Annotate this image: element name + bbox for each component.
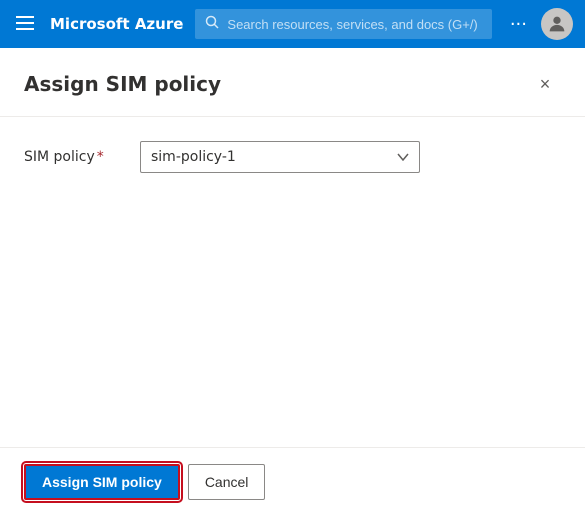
sim-policy-control: sim-policy-1 xyxy=(140,141,561,173)
sim-policy-label: SIM policy * xyxy=(24,149,124,165)
required-indicator: * xyxy=(97,149,104,165)
nav-right-actions: ··· xyxy=(504,8,573,40)
more-options-button[interactable]: ··· xyxy=(504,10,533,39)
search-icon xyxy=(205,15,219,33)
user-avatar[interactable] xyxy=(541,8,573,40)
assign-sim-policy-button[interactable]: Assign SIM policy xyxy=(24,464,180,500)
panel-footer: Assign SIM policy Cancel xyxy=(0,447,585,516)
navigation-bar: Microsoft Azure ··· xyxy=(0,0,585,48)
azure-logo: Microsoft Azure xyxy=(50,15,183,33)
page-title: Assign SIM policy xyxy=(24,72,221,96)
sim-policy-selected-value: sim-policy-1 xyxy=(151,149,236,165)
hamburger-menu-button[interactable] xyxy=(12,10,38,39)
chevron-down-icon xyxy=(397,150,409,164)
panel-header: Assign SIM policy × xyxy=(0,48,585,117)
close-button[interactable]: × xyxy=(529,68,561,100)
main-panel: Assign SIM policy × SIM policy * sim-pol… xyxy=(0,48,585,516)
sim-policy-dropdown[interactable]: sim-policy-1 xyxy=(140,141,420,173)
hamburger-icon xyxy=(16,14,34,35)
search-input[interactable] xyxy=(227,17,481,32)
panel-body: SIM policy * sim-policy-1 xyxy=(0,117,585,447)
cancel-button[interactable]: Cancel xyxy=(188,464,266,500)
sim-policy-row: SIM policy * sim-policy-1 xyxy=(24,141,561,173)
search-bar[interactable] xyxy=(195,9,491,39)
